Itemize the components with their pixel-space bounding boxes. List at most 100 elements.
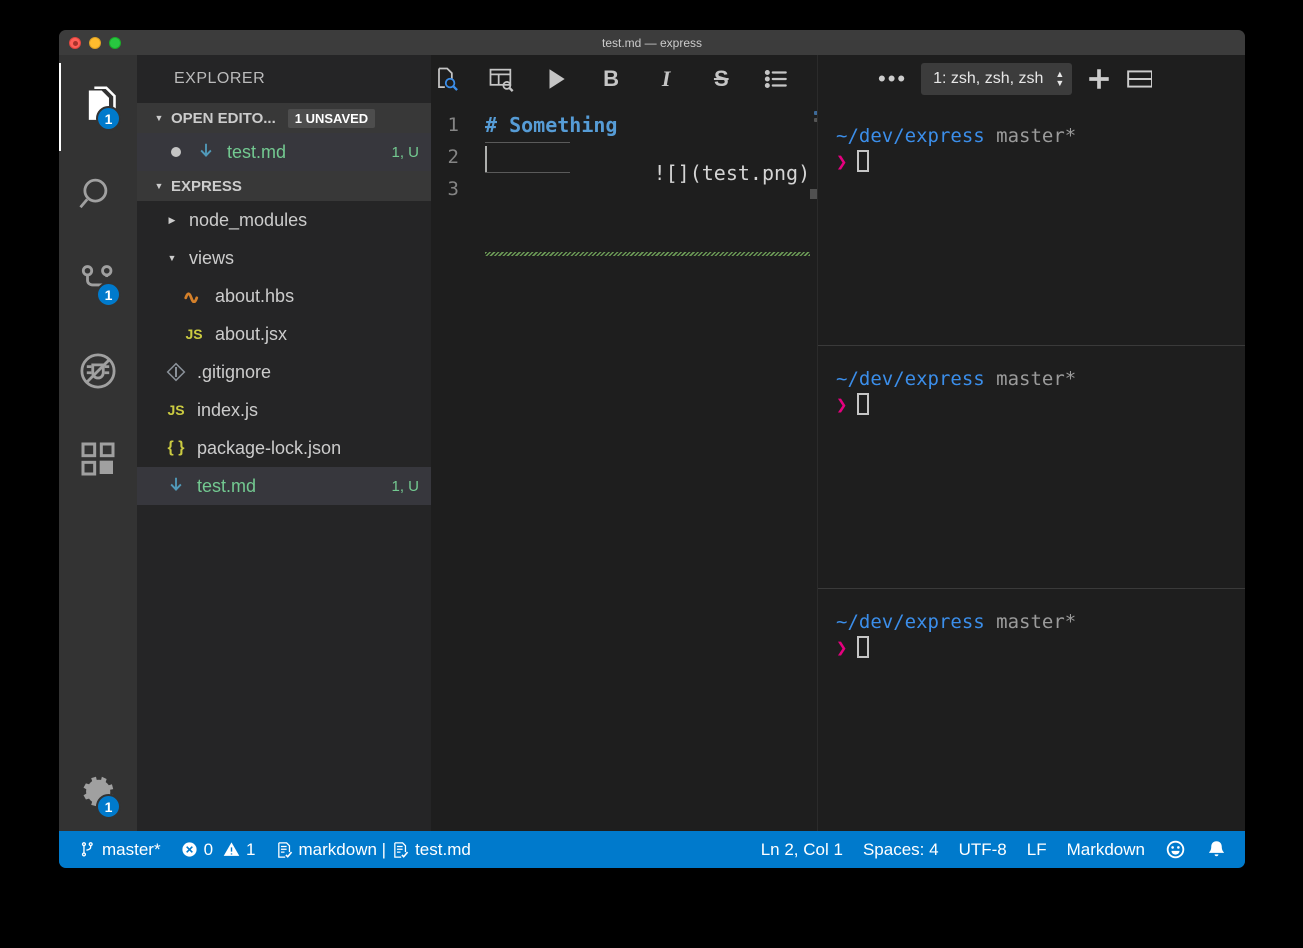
line-text: ![](test.png) [653, 161, 811, 185]
dirty-indicator [171, 147, 181, 157]
terminal-prompt-line: ❯ [836, 392, 1245, 418]
title-bar: test.md — express [59, 30, 1245, 55]
terminal-instance[interactable]: ~/dev/express master* ❯ [818, 588, 1245, 831]
maximize-button[interactable] [109, 36, 121, 49]
git-icon [163, 362, 189, 382]
git-branch-icon [81, 842, 93, 857]
tree-item-index-js[interactable]: JS index.js [137, 391, 431, 429]
source-control-badge: 1 [96, 282, 121, 307]
activity-item-explorer[interactable]: 1 [59, 63, 137, 151]
activity-item-source-control[interactable]: 1 [59, 239, 137, 327]
status-eol[interactable]: LF [1017, 840, 1057, 860]
terminal-branch: master* [996, 368, 1077, 390]
warning-squiggle [485, 252, 811, 256]
status-indentation[interactable]: Spaces: 4 [853, 840, 949, 860]
activity-item-search[interactable] [59, 151, 137, 239]
chevron-updown-icon: ▲ ▼ [1055, 69, 1065, 88]
markdown-icon [163, 475, 189, 497]
tree-item-about-jsx[interactable]: JS about.jsx [137, 315, 431, 353]
tree-item-meta: 1, U [391, 477, 419, 495]
status-file-label: test.md [415, 839, 471, 859]
panel-more-actions-icon[interactable]: ••• [878, 68, 907, 90]
open-editor-meta: 1, U [391, 143, 419, 161]
status-branch[interactable]: master* [69, 840, 171, 860]
line-text-wrapper: ![](test.png) [485, 125, 811, 256]
play-icon[interactable] [541, 63, 570, 95]
status-problems[interactable]: 0 1 [171, 840, 266, 860]
split-terminal-icon[interactable] [1126, 66, 1153, 92]
status-language-servers[interactable]: markdown | test.md [266, 840, 481, 860]
no-debug-icon [80, 353, 116, 389]
warning-icon [223, 842, 240, 856]
status-errors-count: 0 [203, 839, 214, 859]
activity-item-extensions[interactable] [59, 415, 137, 503]
bold-icon[interactable]: B [596, 63, 625, 95]
tree-item-label: .gitignore [197, 361, 272, 382]
list-icon[interactable] [762, 63, 791, 95]
preview-side-icon[interactable] [486, 63, 515, 95]
terminal-path: ~/dev/express [836, 368, 985, 390]
status-language-mode[interactable]: Markdown [1057, 840, 1155, 860]
minimap[interactable] [810, 103, 817, 831]
status-bar-right: Ln 2, Col 1 Spaces: 4 UTF-8 LF Markdown [751, 839, 1245, 860]
status-bar: master* 0 1 markdown | test.md Ln 2, Col… [59, 831, 1245, 868]
terminal-instance[interactable]: ~/dev/express master* ❯ [818, 345, 1245, 588]
tree-item-label: views [189, 247, 235, 268]
status-notifications[interactable] [1196, 839, 1237, 860]
tree-item-label: index.js [197, 399, 259, 420]
search-icon [79, 178, 108, 209]
tree-item-test-md[interactable]: test.md 1, U [137, 467, 431, 505]
italic-icon[interactable]: I [652, 63, 681, 95]
terminal-prompt-line: ❯ [836, 635, 1245, 661]
terminal-instances: ~/dev/express master* ❯ ~/dev/express ma… [818, 103, 1245, 831]
minimap-slider[interactable] [810, 189, 817, 199]
checklist-icon [394, 841, 409, 858]
editor-content[interactable]: 1 # Something 2 3 ![](test.png) [431, 103, 817, 831]
terminal-instance[interactable]: ~/dev/express master* ❯ [818, 103, 1245, 345]
tree-item-package-lock-json[interactable]: { } package-lock.json [137, 429, 431, 467]
activity-item-debug[interactable] [59, 327, 137, 415]
terminal-prompt: ❯ [836, 151, 848, 173]
open-editor-item-test-md[interactable]: test.md 1, U [137, 133, 431, 171]
terminal-cursor [857, 150, 870, 172]
explorer-badge: 1 [96, 106, 121, 131]
tree-item-views[interactable]: ▼ views [137, 239, 431, 277]
sidebar-title: EXPLORER [174, 70, 266, 87]
tree-item-label: test.md [197, 475, 257, 496]
status-cursor-position[interactable]: Ln 2, Col 1 [751, 840, 853, 860]
terminal-cursor [857, 393, 870, 415]
checklist-icon [277, 841, 292, 858]
close-button[interactable] [69, 36, 81, 49]
chevron-right-icon: ▶ [168, 214, 176, 225]
status-bar-left: master* 0 1 markdown | test.md [59, 840, 481, 860]
strikethrough-icon[interactable]: S [707, 63, 736, 95]
handlebars-icon [181, 289, 207, 303]
minimap-line [814, 118, 817, 122]
open-editors-label: OPEN EDITO... [171, 109, 276, 127]
tree-item-label: about.hbs [215, 285, 295, 306]
new-terminal-button[interactable] [1086, 66, 1112, 92]
terminal-line: ~/dev/express master* [836, 609, 1245, 635]
terminal-branch: master* [996, 611, 1077, 633]
terminal-panel: ••• 1: zsh, zsh, zsh ▲ ▼ ~/dev/express ma… [817, 55, 1245, 831]
tree-item-node-modules[interactable]: ▶ node_modules [137, 201, 431, 239]
status-feedback[interactable] [1155, 839, 1196, 860]
code-lines[interactable]: 1 # Something 2 3 ![](test.png) [431, 103, 811, 831]
open-editor-label: test.md [227, 141, 287, 162]
terminal-path: ~/dev/express [836, 611, 985, 633]
chevron-down-icon: ▼ [154, 113, 164, 123]
activity-item-settings[interactable]: 1 [59, 753, 137, 831]
tree-item-about-hbs[interactable]: about.hbs [137, 277, 431, 315]
status-encoding[interactable]: UTF-8 [949, 840, 1017, 860]
js-icon: JS [185, 326, 203, 342]
terminal-selector[interactable]: 1: zsh, zsh, zsh ▲ ▼ [921, 63, 1073, 95]
minimap-line [814, 111, 817, 115]
minimize-button[interactable] [89, 36, 101, 49]
preview-icon[interactable] [431, 63, 460, 95]
tree-item-gitignore[interactable]: .gitignore [137, 353, 431, 391]
section-project[interactable]: ▼ EXPRESS [137, 171, 431, 201]
window-controls[interactable] [69, 36, 121, 49]
terminal-branch: master* [996, 125, 1077, 147]
section-open-editors[interactable]: ▼ OPEN EDITO... 1 UNSAVED [137, 103, 431, 133]
status-markdown-label: markdown | [298, 839, 387, 859]
